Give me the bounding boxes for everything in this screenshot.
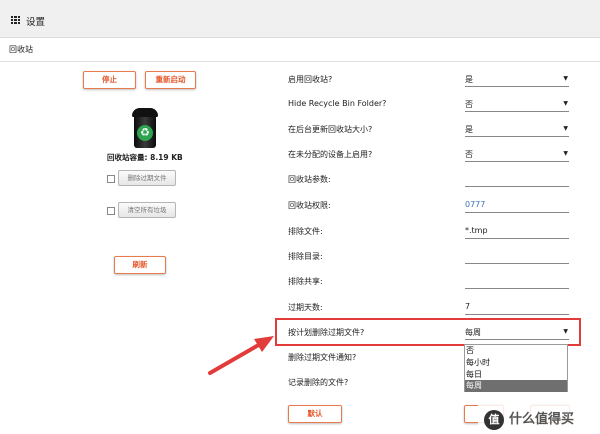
watermark-badge: 值 bbox=[484, 409, 504, 430]
watermark-text: 什么值得买 bbox=[509, 412, 575, 427]
watermark: 值什么值得买 bbox=[478, 405, 600, 434]
annotation-arrow-icon bbox=[208, 336, 274, 375]
